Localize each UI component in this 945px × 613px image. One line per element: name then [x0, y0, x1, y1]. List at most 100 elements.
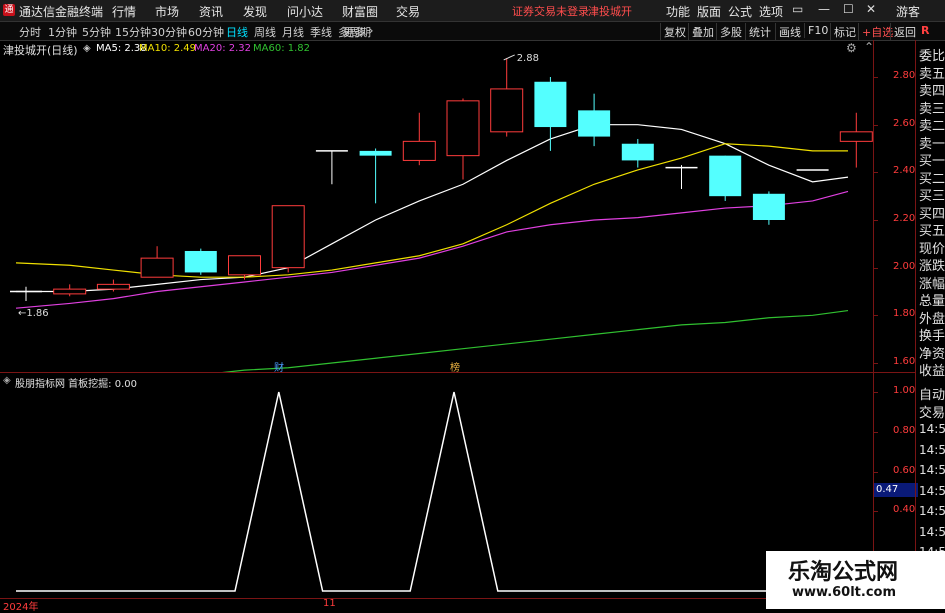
- period-15min[interactable]: 15分钟: [115, 24, 151, 40]
- high-price-label: 2.88: [517, 53, 539, 64]
- btn-fuquan[interactable]: 复权: [660, 23, 689, 41]
- menu-zixun[interactable]: 资讯: [199, 3, 223, 20]
- x-label-month: 11: [323, 598, 336, 609]
- sub-y-tick-mark: [873, 392, 878, 393]
- main-chart-svg: 2.88 ←1.86: [10, 53, 873, 372]
- y-tick-label: 1.80: [893, 308, 916, 320]
- y-tick-mark: [873, 172, 878, 174]
- close-icon[interactable]: ✕: [866, 2, 876, 16]
- event-marker-cai[interactable]: 财: [274, 359, 284, 374]
- event-marker-bang[interactable]: 榜: [450, 359, 460, 374]
- candle-body: [271, 205, 305, 269]
- low-price-label: ←1.86: [18, 308, 49, 319]
- y-tick-mark: [873, 77, 878, 78]
- high-pointer: [503, 54, 515, 61]
- y-tick-mark: [873, 267, 878, 269]
- sub-y-tick-label: 0.60: [893, 464, 916, 476]
- period-60min[interactable]: 60分钟: [188, 24, 224, 40]
- menu-shichang[interactable]: 市场: [155, 3, 179, 20]
- candle-body: [490, 88, 524, 133]
- side-label: 买二: [919, 171, 945, 187]
- sub-y-tick-mark: [873, 471, 878, 473]
- menu-faxian[interactable]: 发现: [243, 3, 267, 20]
- side-time: 14:56: [919, 524, 945, 539]
- sub-y-tick-label: 0.40: [893, 504, 916, 516]
- y-tick-label: 2.60: [893, 117, 916, 129]
- menu-banmian[interactable]: 版面: [697, 3, 721, 20]
- y-tick-mark: [873, 315, 878, 317]
- period-30min[interactable]: 30分钟: [151, 24, 187, 40]
- user-label[interactable]: 游客: [896, 3, 920, 20]
- menu-wenxiaoda[interactable]: 问小达: [287, 3, 323, 20]
- chevron-right-icon[interactable]: ›: [369, 24, 373, 37]
- menu-gongshi[interactable]: 公式: [728, 3, 752, 20]
- menu-gongneng[interactable]: 功能: [666, 3, 690, 20]
- btn-duogu[interactable]: 多股: [716, 23, 745, 41]
- menu-hangqing[interactable]: 行情: [112, 3, 136, 20]
- side-label: 买四: [919, 206, 945, 222]
- candle-body: [228, 255, 261, 276]
- y-tick-label: 2.20: [893, 213, 916, 224]
- side-label: 涨幅: [919, 276, 945, 292]
- candle-body: [839, 131, 873, 142]
- candle-body: [359, 150, 392, 156]
- y-tick-label: 1.60: [893, 356, 916, 367]
- x-axis-line: [0, 598, 873, 599]
- period-fenshi[interactable]: 分时: [19, 24, 41, 40]
- period-5min[interactable]: 5分钟: [82, 24, 111, 40]
- sub-y-tick-mark: [873, 511, 878, 513]
- period-toolbar: 分时 1分钟 5分钟 15分钟 30分钟 60分钟 日线 周线 月线 季线 多周…: [0, 22, 945, 41]
- side-lower-label: 交易: [919, 406, 945, 421]
- period-1min[interactable]: 1分钟: [48, 24, 77, 40]
- side-time: 14:56: [919, 504, 945, 518]
- btn-back[interactable]: 返回: [890, 23, 919, 41]
- candle-body: [184, 250, 217, 273]
- btn-tongji[interactable]: 统计: [745, 23, 774, 41]
- side-divider: [915, 40, 916, 609]
- cursor-value-badge: 0.47: [874, 483, 918, 497]
- period-monthly[interactable]: 月线: [282, 24, 304, 40]
- side-label: 买一: [919, 154, 945, 169]
- side-label: 卖二: [919, 119, 945, 134]
- current-stock-link[interactable]: 津投城开: [588, 3, 632, 19]
- candle-body: [709, 155, 742, 197]
- btn-biaoji[interactable]: 标记: [830, 23, 859, 41]
- corner-r-label[interactable]: R: [921, 24, 929, 37]
- menu-caifuquan[interactable]: 财富圈: [342, 3, 378, 20]
- side-label: 买五: [919, 224, 945, 239]
- y-tick-label: 2.00: [893, 260, 916, 272]
- y-tick-mark: [873, 220, 878, 221]
- side-label: 卖五: [919, 66, 945, 82]
- minimize-icon[interactable]: —: [818, 2, 830, 16]
- menu-jiaoyi[interactable]: 交易: [396, 3, 420, 20]
- more-periods[interactable]: 更多: [343, 24, 365, 40]
- btn-diejia[interactable]: 叠加: [688, 23, 717, 41]
- candle-body: [534, 81, 567, 128]
- maximize-icon[interactable]: ☐: [843, 2, 854, 16]
- side-label: 卖一: [919, 136, 945, 152]
- btn-huaxian[interactable]: 画线: [775, 23, 804, 41]
- side-time: 14:56: [919, 422, 945, 436]
- side-label: 净资: [919, 346, 945, 362]
- login-warning[interactable]: 证券交易未登录: [512, 3, 589, 19]
- candle-body: [53, 288, 87, 295]
- watermark-box: 乐淘公式网 www.60lt.com: [766, 551, 945, 609]
- side-label: 总量: [919, 294, 945, 309]
- candle-body: [96, 283, 130, 290]
- sub-y-tick-label: 1.00: [893, 385, 916, 396]
- ma-line-ma60: [222, 309, 849, 372]
- period-weekly[interactable]: 周线: [254, 24, 276, 40]
- y-tick-mark: [873, 363, 878, 364]
- app-logo-icon: 通: [3, 4, 15, 16]
- btn-f10[interactable]: F10: [804, 23, 831, 38]
- candle-body: [752, 193, 785, 220]
- restore-icon[interactable]: ▭: [792, 2, 803, 16]
- x-label-year: 2024年: [3, 602, 39, 613]
- candle-body: [140, 257, 174, 278]
- side-label: 卖四: [919, 84, 945, 99]
- period-daily[interactable]: 日线: [226, 24, 248, 40]
- watermark-title: 乐淘公式网: [788, 560, 899, 585]
- menu-xuanxiang[interactable]: 选项: [759, 3, 783, 20]
- candle-body: [621, 143, 654, 161]
- period-quarterly[interactable]: 季线: [310, 24, 332, 40]
